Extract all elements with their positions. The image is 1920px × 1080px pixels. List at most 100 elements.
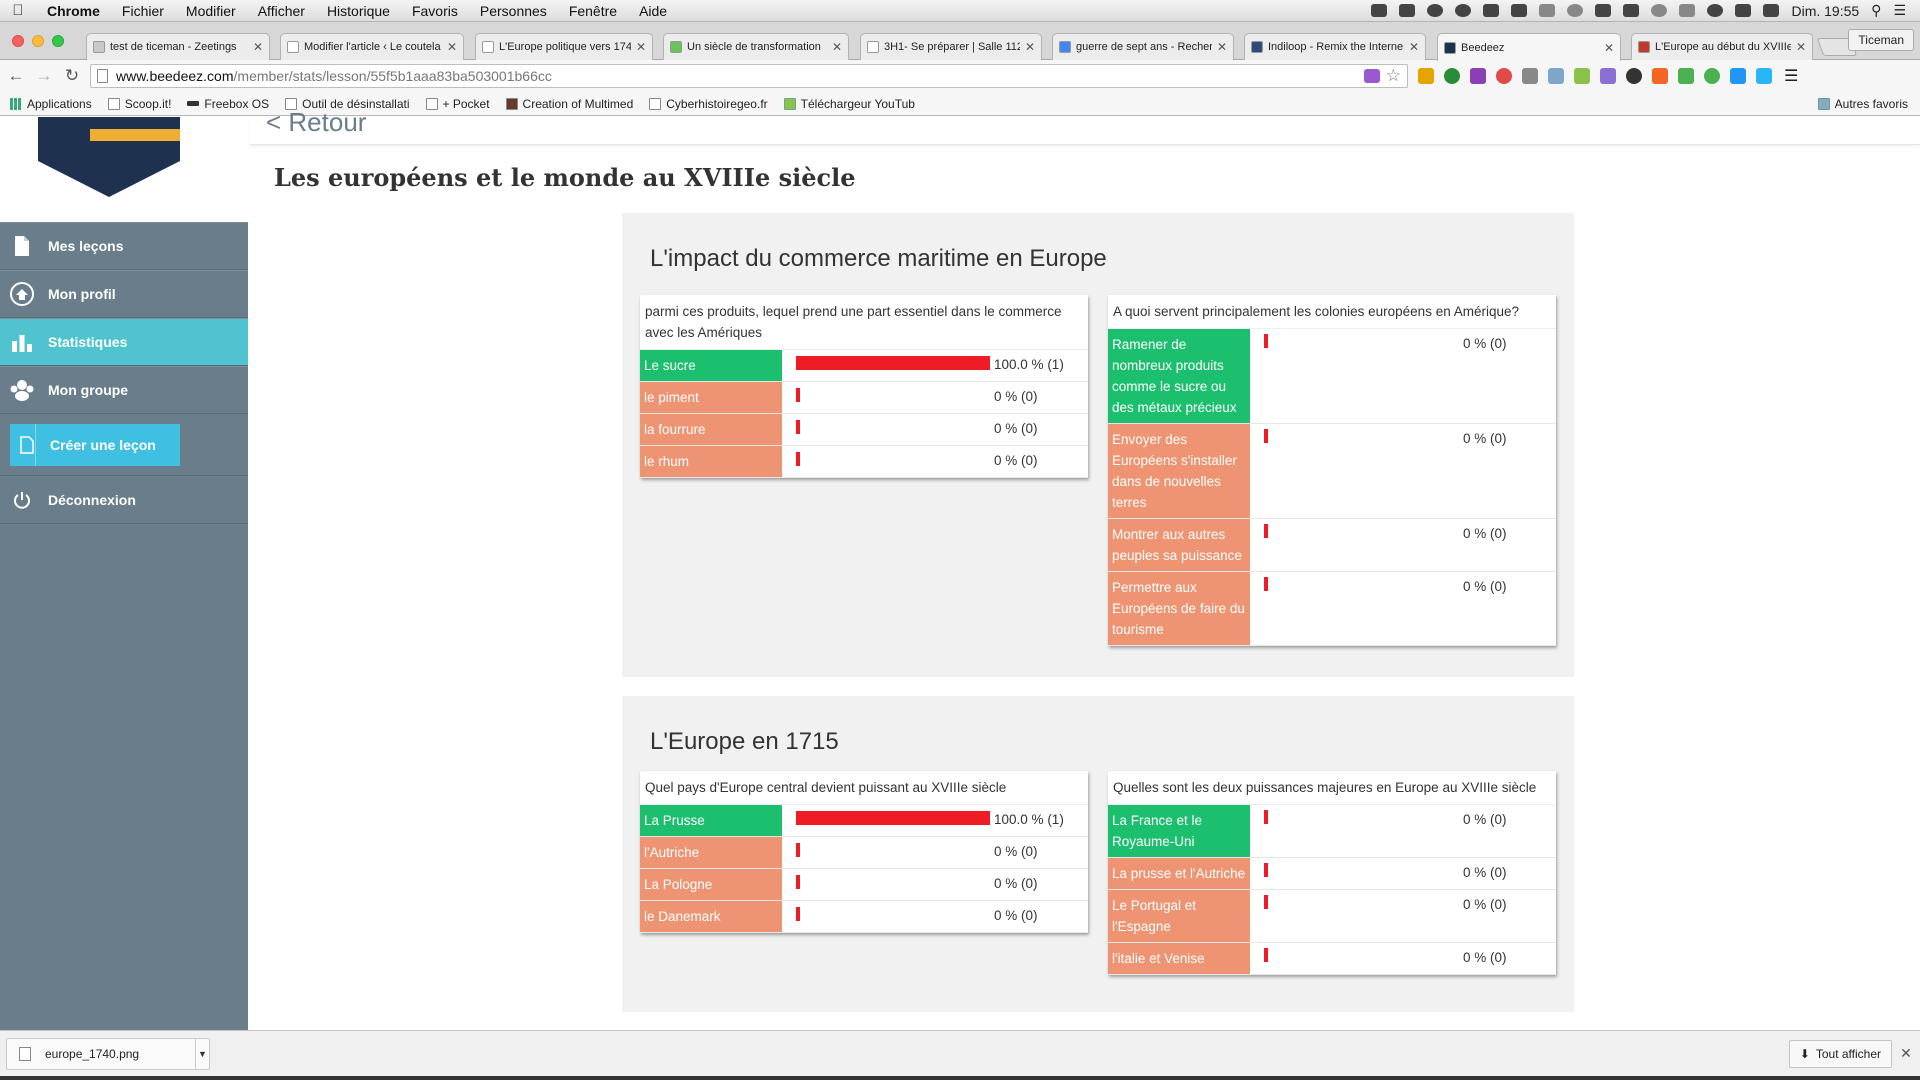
browser-tab[interactable]: Indiloop - Remix the Interne ✕ <box>1244 33 1426 60</box>
tab-close-icon[interactable]: ✕ <box>447 40 457 54</box>
browser-tab[interactable]: L'Europe au début du XVIIIe ✕ <box>1631 33 1813 60</box>
chrome-menu-icon[interactable]: ☰ <box>1784 66 1798 86</box>
extension-icon[interactable] <box>1626 68 1642 84</box>
extension-icon[interactable] <box>1522 68 1538 84</box>
bookmark-creation[interactable]: Creation of Multimed <box>505 97 633 111</box>
maximize-window-button[interactable] <box>52 35 64 47</box>
freebox-icon <box>187 101 200 106</box>
dropbox-icon[interactable] <box>1371 4 1388 17</box>
menu-list-icon[interactable]: ☰ <box>1893 2 1906 19</box>
browser-tab[interactable]: 3H1- Se préparer | Salle 112 ✕ <box>860 33 1042 60</box>
extension-icon[interactable] <box>1704 68 1720 84</box>
back-link[interactable]: < Retour <box>266 107 366 138</box>
extension-icon[interactable] <box>1756 68 1772 84</box>
extension-icon[interactable] <box>1678 68 1694 84</box>
forward-arrow-icon[interactable]: → <box>32 66 56 86</box>
notification-icon[interactable] <box>1567 4 1584 17</box>
onenote-icon[interactable] <box>1470 68 1486 84</box>
menu-afficher[interactable]: Afficher <box>247 3 316 19</box>
answer-count: (0) <box>1021 876 1038 891</box>
close-window-button[interactable] <box>12 35 24 47</box>
cloud-icon[interactable] <box>1483 4 1500 17</box>
camera-icon[interactable] <box>1548 68 1564 84</box>
tab-close-icon[interactable]: ✕ <box>1796 40 1806 54</box>
extensions-row: ☰ <box>1418 66 1798 86</box>
battery-icon[interactable] <box>1763 4 1780 17</box>
browser-tab[interactable]: guerre de sept ans - Recher ✕ <box>1052 33 1234 60</box>
bookmark-folder-autres[interactable]: Autres favoris <box>1817 97 1908 111</box>
url-host: www.beedeez.com <box>116 68 234 84</box>
sidebar-item-statistiques[interactable]: Statistiques <box>0 318 248 366</box>
volume-icon[interactable] <box>1735 4 1752 17</box>
creative-cloud-icon[interactable] <box>1455 4 1472 17</box>
menu-app-chrome[interactable]: Chrome <box>36 3 111 19</box>
tab-title: guerre de sept ans - Recher <box>1076 41 1212 53</box>
reload-icon[interactable]: ↻ <box>60 66 84 86</box>
create-lesson-button[interactable]: Créer une leçon <box>10 423 180 466</box>
extension-icon[interactable] <box>1652 68 1668 84</box>
menu-favoris[interactable]: Favoris <box>401 3 469 19</box>
clock[interactable]: Dim. 19:55 <box>1791 3 1859 19</box>
minimize-window-button[interactable] <box>32 35 44 47</box>
tab-close-icon[interactable]: ✕ <box>832 40 842 54</box>
menu-personnes[interactable]: Personnes <box>469 3 558 19</box>
bookmark-freebox[interactable]: Freebox OS <box>187 97 269 111</box>
percent-unit: % <box>1470 526 1491 541</box>
browser-tab[interactable]: Beedeez ✕ <box>1437 33 1621 61</box>
extension-icon[interactable] <box>1496 68 1512 84</box>
search-icon[interactable]: ⚲ <box>1871 2 1881 19</box>
drive-icon[interactable] <box>1427 4 1444 17</box>
menu-fichier[interactable]: Fichier <box>111 3 175 19</box>
close-icon[interactable]: ✕ <box>1892 1045 1920 1062</box>
address-bar[interactable]: www.beedeez.com /member/stats/lesson/55f… <box>90 64 1408 88</box>
browser-tab[interactable]: Modifier l'article ‹ Le coutela ✕ <box>280 33 464 60</box>
extension-icon[interactable] <box>1574 68 1590 84</box>
tab-close-icon[interactable]: ✕ <box>1604 41 1614 55</box>
percent-value: 0 <box>1463 950 1471 965</box>
menu-fenetre[interactable]: Fenêtre <box>558 3 628 19</box>
browser-tab[interactable]: Un siècle de transformation ✕ <box>663 33 849 60</box>
bluetooth-icon[interactable] <box>1679 4 1696 17</box>
browser-tab[interactable]: test de ticeman - Zeetings ✕ <box>86 33 270 60</box>
sidebar-item-mes-lecons[interactable]: Mes leçons <box>0 222 248 270</box>
bookmark-pocket[interactable]: + Pocket <box>425 97 490 111</box>
tab-close-icon[interactable]: ✕ <box>1409 40 1419 54</box>
bookmark-star-icon[interactable]: ☆ <box>1386 66 1401 86</box>
screenshot-icon[interactable] <box>1511 4 1528 17</box>
answer-label: Envoyer des Européens s'installer dans d… <box>1108 424 1250 518</box>
browser-tab[interactable]: L'Europe politique vers 1740 ✕ <box>475 33 653 60</box>
show-all-downloads-button[interactable]: ⬇ Tout afficher <box>1788 1039 1892 1068</box>
chevron-down-icon[interactable]: ▼ <box>195 1038 209 1069</box>
profile-button[interactable]: Ticeman <box>1848 29 1914 51</box>
download-item[interactable]: europe_1740.png ▼ <box>6 1037 210 1070</box>
wifi-icon[interactable] <box>1707 4 1724 17</box>
adobe-icon[interactable] <box>1399 4 1416 17</box>
bookmark-applications[interactable]: Applications <box>10 97 92 111</box>
airplay-icon[interactable] <box>1595 4 1612 17</box>
bookmark-youtube[interactable]: Téléchargeur YouTub <box>783 97 915 111</box>
bookmark-cyberhistoire[interactable]: Cyberhistoiregeo.fr <box>649 97 768 111</box>
pen-icon[interactable] <box>1600 68 1616 84</box>
menu-modifier[interactable]: Modifier <box>175 3 247 19</box>
extension-icon[interactable] <box>1418 68 1434 84</box>
folder-icon[interactable] <box>1539 4 1556 17</box>
time-machine-icon[interactable] <box>1651 4 1668 17</box>
eject-icon[interactable] <box>1623 4 1640 17</box>
tab-close-icon[interactable]: ✕ <box>1217 40 1227 54</box>
apple-icon[interactable]:  <box>0 2 36 19</box>
sidebar-item-mon-groupe[interactable]: Mon groupe <box>0 366 248 414</box>
tab-close-icon[interactable]: ✕ <box>1025 40 1035 54</box>
menu-aide[interactable]: Aide <box>628 3 678 19</box>
menu-historique[interactable]: Historique <box>316 3 401 19</box>
tab-close-icon[interactable]: ✕ <box>636 40 646 54</box>
question-text: parmi ces produits, lequel prend une par… <box>640 295 1088 350</box>
extension-icon[interactable] <box>1444 68 1460 84</box>
beedeez-logo[interactable] <box>38 117 180 197</box>
logout-button[interactable]: Déconnexion <box>0 476 248 524</box>
bookmark-scoopit[interactable]: Scoop.it! <box>107 97 171 111</box>
back-arrow-icon[interactable]: ← <box>4 66 28 86</box>
tab-close-icon[interactable]: ✕ <box>253 40 263 54</box>
extension-icon[interactable] <box>1730 68 1746 84</box>
sidebar-item-mon-profil[interactable]: Mon profil <box>0 270 248 318</box>
extension-badge-icon[interactable] <box>1363 69 1380 83</box>
